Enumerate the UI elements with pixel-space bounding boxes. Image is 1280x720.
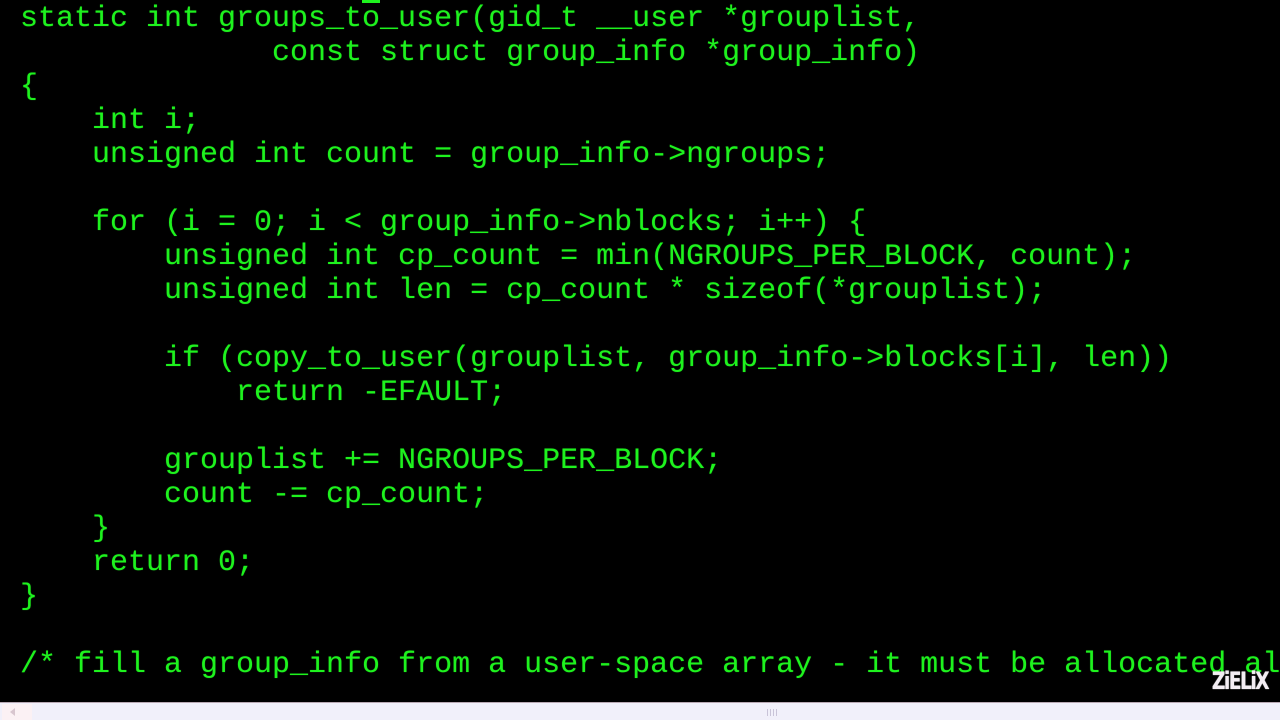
code-line: grouplist += NGROUPS_PER_BLOCK; — [20, 444, 723, 478]
code-block: static int groups_to_user(gid_t __user *… — [20, 2, 1280, 682]
code-line: const struct group_info *group_info) — [20, 36, 921, 70]
code-line: unsigned int cp_count = min(NGROUPS_PER_… — [20, 240, 1137, 274]
video-frame: static int groups_to_user(gid_t __user *… — [0, 0, 1280, 720]
horizontal-scrollbar[interactable] — [0, 702, 1280, 720]
code-line: return -EFAULT; — [20, 376, 507, 410]
code-line: unsigned int count = group_info->ngroups… — [20, 138, 831, 172]
code-line: /* fill a group_info from a user-space a… — [20, 648, 1280, 682]
code-line: count -= cp_count; — [20, 478, 489, 512]
code-line: int i; — [20, 104, 201, 138]
grip-icon — [767, 709, 779, 716]
watermark-logo: ZiELiX — [1211, 667, 1270, 695]
code-line: } — [20, 580, 39, 614]
arrow-left-icon — [10, 708, 15, 716]
code-line: unsigned int len = cp_count * sizeof(*gr… — [20, 274, 1047, 308]
code-editor: static int groups_to_user(gid_t __user *… — [0, 0, 1280, 702]
code-line: } — [20, 512, 111, 546]
code-line: static int groups_to_user(gid_t __user *… — [20, 2, 921, 36]
scroll-thumb[interactable] — [32, 704, 1278, 719]
code-line: for (i = 0; i < group_info->nblocks; i++… — [20, 206, 867, 240]
code-line: { — [20, 70, 39, 104]
code-line: if (copy_to_user(grouplist, group_info->… — [20, 342, 1173, 376]
code-line: return 0; — [20, 546, 255, 580]
scroll-left-button[interactable] — [2, 704, 32, 720]
